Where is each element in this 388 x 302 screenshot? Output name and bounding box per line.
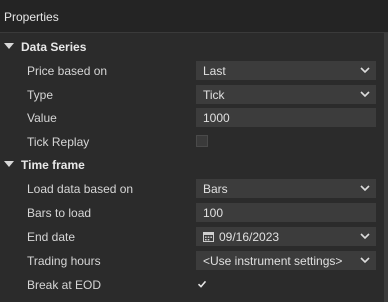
properties-panel: Properties Data Series Price based on La… (0, 0, 388, 302)
value-input[interactable]: 1000 (196, 108, 376, 127)
property-row-value: Value 1000 (0, 106, 384, 129)
vertical-scrollbar[interactable] (384, 33, 388, 302)
price-based-on-dropdown[interactable]: Last (196, 61, 376, 80)
input-value: 1000 (203, 111, 230, 125)
property-label: Type (27, 88, 54, 102)
load-data-based-on-dropdown[interactable]: Bars (196, 179, 376, 198)
chevron-down-icon[interactable] (360, 91, 370, 98)
type-dropdown[interactable]: Tick (196, 85, 376, 104)
property-label: Price based on (27, 64, 108, 78)
bars-to-load-input[interactable]: 100 (196, 203, 376, 222)
checkmark-icon (197, 280, 207, 288)
panel-title: Properties (4, 10, 59, 24)
property-label: Load data based on (27, 182, 134, 196)
end-date-picker[interactable]: 09/16/2023 (196, 227, 376, 246)
category-data-series[interactable]: Data Series (0, 35, 384, 58)
input-value: 100 (203, 206, 224, 220)
property-label: End date (27, 230, 76, 244)
property-row-end-date: End date 09/16/2023 (0, 225, 384, 248)
property-row-load-data-based-on: Load data based on Bars (0, 177, 384, 200)
property-row-type: Type Tick (0, 83, 384, 106)
calendar-icon (203, 232, 214, 242)
dropdown-value: Tick (203, 88, 225, 102)
chevron-down-icon[interactable] (360, 67, 370, 74)
property-row-price-based-on: Price based on Last (0, 59, 384, 82)
tick-replay-checkbox[interactable] (196, 135, 208, 147)
property-label: Break at EOD (27, 278, 102, 292)
dropdown-value: <Use instrument settings> (203, 254, 343, 268)
property-label: Trading hours (27, 254, 101, 268)
dropdown-value: Bars (203, 182, 228, 196)
triangle-down-icon[interactable] (4, 43, 14, 49)
break-at-eod-checkbox[interactable] (196, 278, 208, 290)
property-grid: Data Series Price based on Last Type Tic… (0, 35, 386, 302)
date-value: 09/16/2023 (219, 230, 280, 244)
property-label: Bars to load (27, 206, 92, 220)
dropdown-value: Last (203, 64, 226, 78)
triangle-down-icon[interactable] (4, 161, 14, 167)
chevron-down-icon[interactable] (360, 233, 370, 240)
trading-hours-dropdown[interactable]: <Use instrument settings> (196, 251, 376, 270)
panel-title-bar: Properties (0, 0, 388, 33)
category-label: Data Series (21, 40, 87, 54)
chevron-down-icon[interactable] (360, 257, 370, 264)
category-time-frame[interactable]: Time frame (0, 153, 384, 176)
property-row-tick-replay: Tick Replay (0, 130, 384, 153)
property-row-bars-to-load: Bars to load 100 (0, 201, 384, 224)
property-row-break-at-eod: Break at EOD (0, 273, 384, 296)
property-row-trading-hours: Trading hours <Use instrument settings> (0, 249, 384, 272)
property-label: Value (27, 111, 57, 125)
chevron-down-icon[interactable] (360, 185, 370, 192)
property-label: Tick Replay (27, 135, 90, 149)
category-label: Time frame (21, 158, 85, 172)
